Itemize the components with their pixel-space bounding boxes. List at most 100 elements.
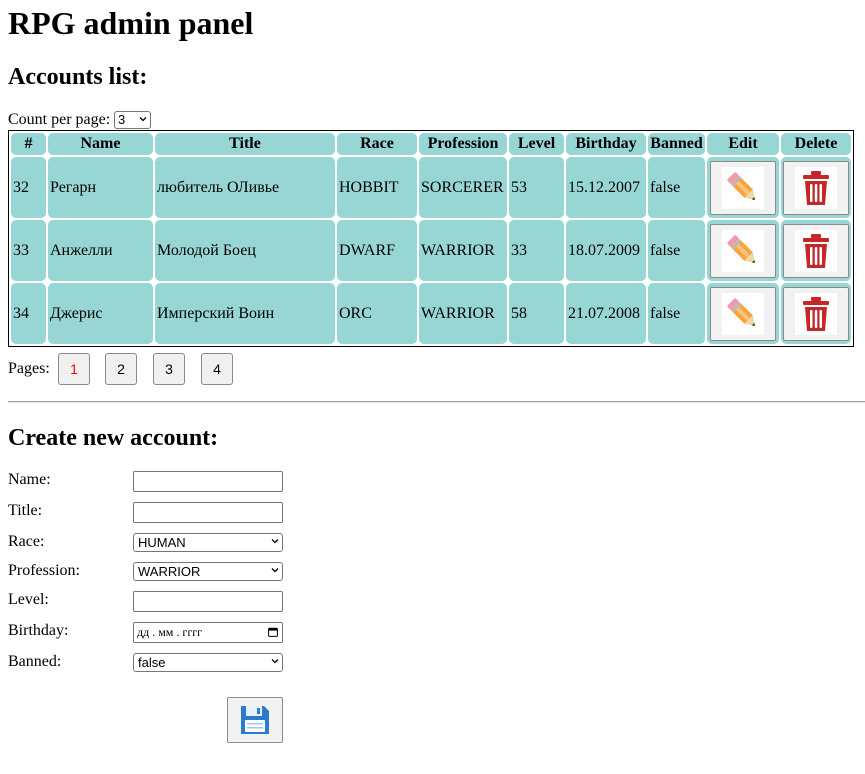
profession-label: Profession: bbox=[8, 562, 80, 579]
calendar-icon[interactable] bbox=[268, 627, 278, 637]
page-button-4[interactable]: 4 bbox=[201, 353, 233, 385]
pencil-icon bbox=[727, 234, 756, 263]
cell-race: HOBBIT bbox=[337, 157, 417, 218]
banned-label: Banned: bbox=[8, 653, 62, 670]
chevron-down-icon bbox=[271, 659, 279, 664]
cell-race: DWARF bbox=[337, 220, 417, 281]
page-button-3[interactable]: 3 bbox=[153, 353, 185, 385]
count-per-page-select[interactable]: 3 bbox=[114, 111, 151, 129]
delete-button[interactable] bbox=[783, 286, 849, 341]
cell-banned: false bbox=[648, 157, 705, 218]
page-title: RPG admin panel bbox=[8, 5, 254, 41]
name-input[interactable] bbox=[133, 471, 283, 492]
pages-label: Pages: bbox=[8, 360, 50, 377]
race-select[interactable]: HUMAN bbox=[133, 533, 283, 552]
cell-birthday: 18.07.2009 bbox=[566, 220, 646, 281]
header-race: Race bbox=[337, 133, 417, 155]
chevron-down-icon bbox=[139, 117, 147, 122]
cell-banned: false bbox=[648, 283, 705, 344]
header-delete: Delete bbox=[781, 133, 851, 155]
race-select-value: HUMAN bbox=[138, 535, 186, 550]
pencil-icon bbox=[727, 297, 756, 326]
count-per-page-label: Count per page: bbox=[8, 111, 111, 128]
cell-title: Имперский Воин bbox=[155, 283, 335, 344]
header-birthday: Birthday bbox=[566, 133, 646, 155]
cell-delete bbox=[781, 220, 851, 281]
delete-button[interactable] bbox=[783, 223, 849, 278]
profession-select-value: WARRIOR bbox=[138, 564, 201, 579]
cell-birthday: 15.12.2007 bbox=[566, 157, 646, 218]
edit-icon-box bbox=[722, 166, 764, 209]
cell-delete bbox=[781, 283, 851, 344]
section-divider bbox=[8, 401, 865, 403]
cell-profession: SORCERER bbox=[419, 157, 507, 218]
header-id: # bbox=[11, 133, 46, 155]
trash-icon bbox=[803, 233, 829, 268]
count-per-page-value: 3 bbox=[118, 112, 126, 127]
edit-icon-box bbox=[722, 229, 764, 272]
cell-level: 53 bbox=[509, 157, 564, 218]
cell-birthday: 21.07.2008 bbox=[566, 283, 646, 344]
banned-select[interactable]: false bbox=[133, 653, 283, 672]
edit-button[interactable] bbox=[710, 223, 776, 278]
cell-edit bbox=[707, 283, 779, 344]
table-row: 33 Анжелли Молодой Боец DWARF WARRIOR 33 18.07… bbox=[11, 220, 851, 281]
cell-title: Молодой Боец bbox=[155, 220, 335, 281]
level-label: Level: bbox=[8, 591, 49, 608]
cell-id: 32 bbox=[11, 157, 46, 218]
page-button-1[interactable]: 1 bbox=[58, 353, 90, 385]
trash-icon bbox=[803, 170, 829, 205]
header-name: Name bbox=[48, 133, 153, 155]
create-account-heading: Create new account: bbox=[8, 425, 219, 451]
birthday-label: Birthday: bbox=[8, 622, 69, 639]
title-input[interactable] bbox=[133, 502, 283, 523]
edit-button[interactable] bbox=[710, 286, 776, 341]
cell-profession: WARRIOR bbox=[419, 283, 507, 344]
level-input[interactable] bbox=[133, 591, 283, 612]
cell-id: 34 bbox=[11, 283, 46, 344]
cell-level: 58 bbox=[509, 283, 564, 344]
header-edit: Edit bbox=[707, 133, 779, 155]
profession-select[interactable]: WARRIOR bbox=[133, 562, 283, 581]
floppy-disk-icon bbox=[241, 706, 269, 734]
cell-delete bbox=[781, 157, 851, 218]
cell-level: 33 bbox=[509, 220, 564, 281]
cell-profession: WARRIOR bbox=[419, 220, 507, 281]
delete-button[interactable] bbox=[783, 160, 849, 215]
title-label: Title: bbox=[8, 502, 43, 519]
table-row: 32 Регарн любитель ОЛивье HOBBIT SORCERER 53 1… bbox=[11, 157, 851, 218]
table-row: 34 Джерис Имперский Воин ORC WARRIOR 58 21.07.… bbox=[11, 283, 851, 344]
cell-name: Регарн bbox=[48, 157, 153, 218]
header-level: Level bbox=[509, 133, 564, 155]
race-label: Race: bbox=[8, 533, 45, 550]
chevron-down-icon bbox=[271, 568, 279, 573]
header-banned: Banned bbox=[648, 133, 705, 155]
birthday-date-input[interactable]: дд . мм . гггг bbox=[133, 622, 283, 643]
table-header-row: # Name Title Race Profession Level Birth… bbox=[11, 133, 851, 155]
cell-edit bbox=[707, 157, 779, 218]
name-label: Name: bbox=[8, 471, 51, 488]
edit-button[interactable] bbox=[710, 160, 776, 215]
trash-icon bbox=[803, 296, 829, 331]
cell-race: ORC bbox=[337, 283, 417, 344]
cell-name: Джерис bbox=[48, 283, 153, 344]
accounts-table: # Name Title Race Profession Level Birth… bbox=[8, 130, 854, 347]
banned-select-value: false bbox=[138, 655, 166, 670]
cell-name: Анжелли bbox=[48, 220, 153, 281]
edit-icon-box bbox=[722, 292, 764, 335]
save-button[interactable] bbox=[227, 697, 283, 743]
cell-id: 33 bbox=[11, 220, 46, 281]
birthday-placeholder: дд . мм . гггг bbox=[137, 625, 203, 639]
cell-edit bbox=[707, 220, 779, 281]
page-button-2[interactable]: 2 bbox=[105, 353, 137, 385]
header-profession: Profession bbox=[419, 133, 507, 155]
delete-icon-box bbox=[795, 166, 837, 209]
chevron-down-icon bbox=[271, 539, 279, 544]
cell-title: любитель ОЛивье bbox=[155, 157, 335, 218]
pencil-icon bbox=[727, 171, 756, 200]
delete-icon-box bbox=[795, 229, 837, 272]
header-title: Title bbox=[155, 133, 335, 155]
cell-banned: false bbox=[648, 220, 705, 281]
delete-icon-box bbox=[795, 292, 837, 335]
accounts-heading: Accounts list: bbox=[8, 64, 148, 90]
